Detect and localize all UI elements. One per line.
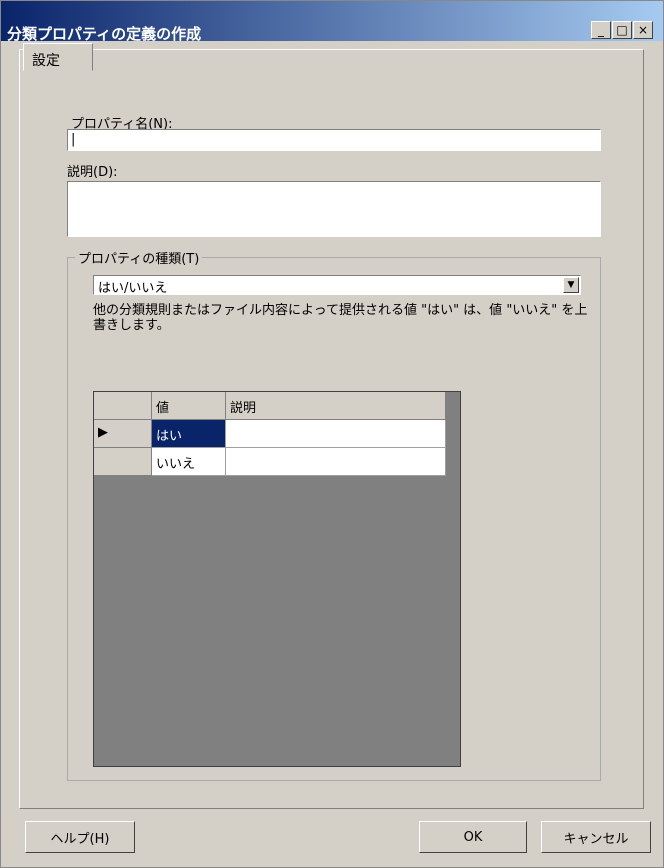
table-row[interactable]: ▶ はい xyxy=(94,420,446,448)
values-grid: 値 説明 ▶ はい いいえ xyxy=(93,391,461,767)
property-type-select[interactable]: はい/いいえ ▼ xyxy=(93,275,581,296)
close-button[interactable]: × xyxy=(633,21,653,39)
cancel-button[interactable]: キャンセル xyxy=(541,821,651,853)
table-row[interactable]: いいえ xyxy=(94,448,446,476)
minimize-button[interactable]: _ xyxy=(591,21,611,39)
grid-header-description[interactable]: 説明 xyxy=(226,392,446,420)
title-bar: 分類プロパティの定義の作成 _ □ × xyxy=(1,1,663,43)
help-button[interactable]: ヘルプ(H) xyxy=(25,821,135,853)
description-input[interactable] xyxy=(67,181,601,237)
tab-settings[interactable]: 設定 xyxy=(23,43,93,71)
select-value: はい/いいえ xyxy=(98,281,168,296)
chevron-down-icon[interactable]: ▼ xyxy=(563,277,579,293)
grid-header-row: 値 説明 xyxy=(94,392,446,420)
ok-button[interactable]: OK xyxy=(419,821,527,853)
grid-cell-value[interactable]: はい xyxy=(152,420,226,448)
window-title: 分類プロパティの定義の作成 xyxy=(7,25,202,43)
row-selector[interactable] xyxy=(94,448,152,476)
grid-header-value[interactable]: 値 xyxy=(152,392,226,420)
property-type-description: 他の分類規則またはファイル内容によって提供される値 "はい" は、値 "いいえ"… xyxy=(93,303,588,333)
dialog-window: 分類プロパティの定義の作成 _ □ × 設定 プロパティ名(N): | 説明(D… xyxy=(0,0,664,868)
row-selector-icon[interactable]: ▶ xyxy=(94,420,152,448)
property-type-title: プロパティの種類(T) xyxy=(75,248,203,267)
grid-cell-value[interactable]: いいえ xyxy=(152,448,226,476)
grid-cell-description[interactable] xyxy=(226,420,446,448)
grid-cell-description[interactable] xyxy=(226,448,446,476)
description-label: 説明(D): xyxy=(67,165,118,180)
name-input[interactable]: | xyxy=(67,129,601,151)
grid-corner-header xyxy=(94,392,152,420)
maximize-button[interactable]: □ xyxy=(612,21,632,39)
